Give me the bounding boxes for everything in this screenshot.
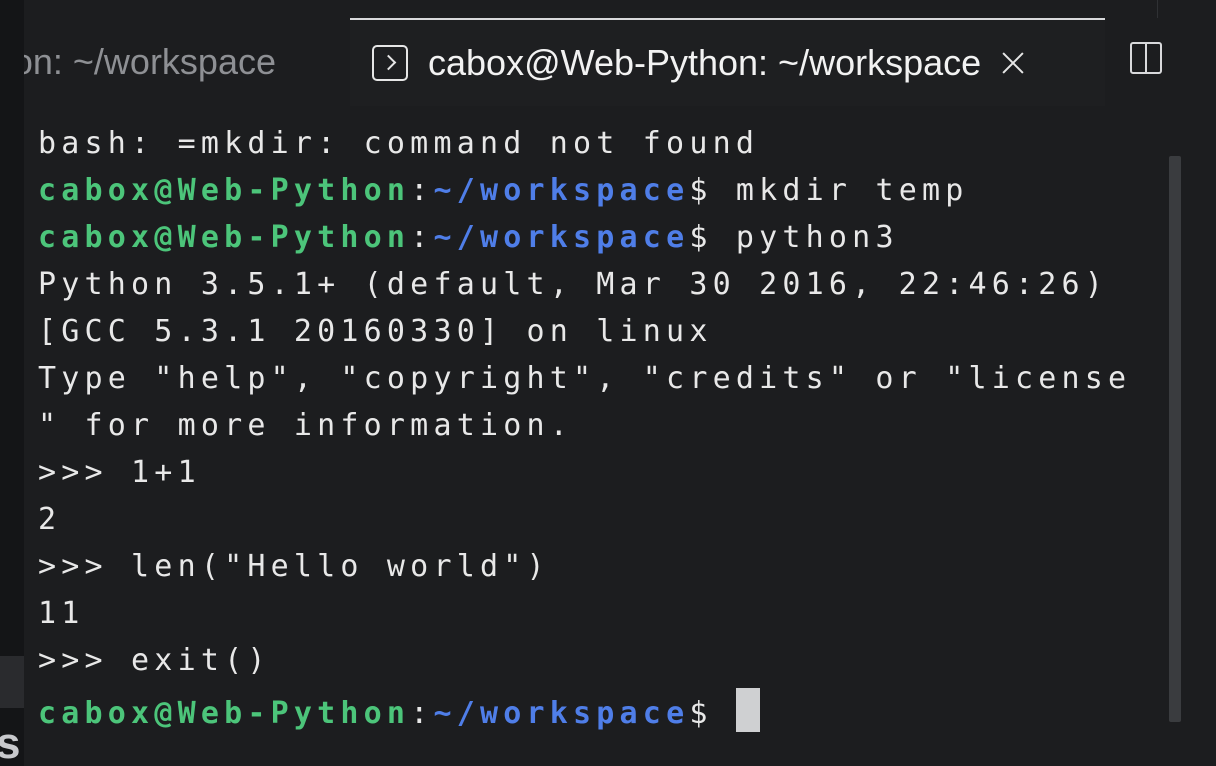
split-editor-icon[interactable] <box>1130 42 1162 74</box>
terminal-tab-bar: cabox@Web-Python: ~/workspace cabox@Web-… <box>24 18 1216 106</box>
terminal-prompt-line: cabox@Web-Python:~/workspace$ <box>38 688 760 732</box>
terminal-line: 2 <box>38 502 62 537</box>
left-gutter: s <box>0 0 24 766</box>
prompt-dollar: $ <box>689 696 713 731</box>
prompt-path: ~/workspace <box>433 173 690 208</box>
prompt-colon: : <box>410 696 434 731</box>
terminal-line: >>> len("Hello world") <box>38 549 550 584</box>
terminal-line: " for more information. <box>38 408 574 443</box>
terminal-icon <box>372 45 408 81</box>
tab-label: cabox@Web-Python: ~/workspace <box>24 41 276 82</box>
command-text <box>713 696 736 731</box>
terminal-line: 11 <box>38 596 85 631</box>
terminal-prompt-line: cabox@Web-Python:~/workspace$ python3 <box>38 218 899 258</box>
terminal-window: s cabox@Web-Python: ~/workspace cabox@We… <box>0 0 1216 766</box>
terminal-prompt-line: cabox@Web-Python:~/workspace$ mkdir temp <box>38 171 969 211</box>
prompt-user: cabox@Web-Python <box>38 173 411 208</box>
tab-terminal-2[interactable]: cabox@Web-Python: ~/workspace <box>350 18 1105 106</box>
terminal-line: >>> 1+1 <box>38 455 201 490</box>
terminal-line: >>> exit() <box>38 643 271 678</box>
top-divider <box>1157 0 1158 18</box>
terminal-line: [GCC 5.3.1 20160330] on linux <box>38 314 713 349</box>
prompt-dollar: $ <box>689 220 713 255</box>
gutter-highlight <box>0 656 24 708</box>
right-rail <box>1192 18 1216 766</box>
terminal-scrollbar[interactable] <box>1169 156 1181 722</box>
tab-terminal-1[interactable]: cabox@Web-Python: ~/workspace <box>24 18 350 106</box>
prompt-user: cabox@Web-Python <box>38 696 411 731</box>
prompt-user: cabox@Web-Python <box>38 220 411 255</box>
terminal-cursor <box>735 688 760 732</box>
gutter-letter: s <box>0 719 21 766</box>
close-icon[interactable] <box>1001 51 1025 75</box>
prompt-colon: : <box>410 220 434 255</box>
command-text: python3 <box>712 220 899 255</box>
terminal-line: bash: =mkdir: command not found <box>38 126 760 161</box>
command-text: mkdir temp <box>712 173 969 208</box>
terminal-line: Type "help", "copyright", "credits" or "… <box>38 361 1132 396</box>
terminal-output[interactable]: bash: =mkdir: command not found cabox@We… <box>24 120 1169 766</box>
top-strip <box>0 0 1216 18</box>
prompt-path: ~/workspace <box>433 696 690 731</box>
prompt-colon: : <box>410 173 434 208</box>
prompt-dollar: $ <box>689 173 713 208</box>
terminal-line: Python 3.5.1+ (default, Mar 30 2016, 22:… <box>38 267 1109 302</box>
prompt-path: ~/workspace <box>433 220 690 255</box>
tab-label: cabox@Web-Python: ~/workspace <box>428 42 982 83</box>
